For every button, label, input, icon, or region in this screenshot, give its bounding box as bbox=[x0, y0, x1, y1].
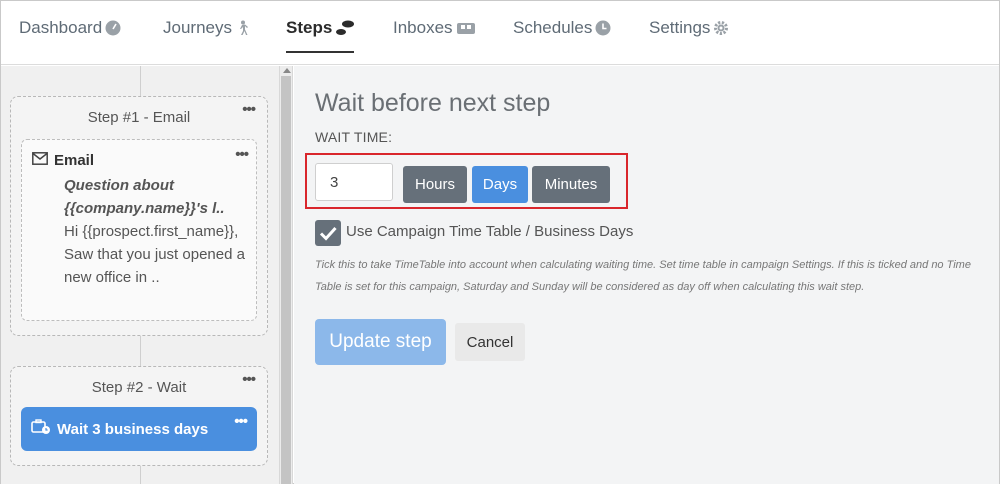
email-step-card[interactable]: Email ••• Question about {{company.name}… bbox=[21, 139, 257, 321]
step-1-menu-button[interactable]: ••• bbox=[242, 101, 256, 118]
email-card-content: Question about {{company.name}}'s l.. Hi… bbox=[64, 174, 254, 289]
business-days-label[interactable]: Use Campaign Time Table / Business Days bbox=[346, 223, 633, 240]
clock-icon bbox=[595, 20, 611, 36]
help-text: Tick this to take TimeTable into account… bbox=[315, 259, 971, 293]
step-1-title: Step #1 - Email bbox=[87, 109, 191, 126]
active-tab-underline bbox=[286, 51, 354, 53]
hours-button[interactable]: Hours bbox=[403, 166, 467, 203]
step-1-container[interactable]: Step #1 - Email ••• Email ••• Question a… bbox=[10, 96, 268, 336]
wait-step-label: Wait 3 business days bbox=[57, 420, 209, 438]
step-2-menu-button[interactable]: ••• bbox=[242, 371, 256, 388]
wait-time-label: WAIT TIME: bbox=[315, 129, 393, 145]
tab-dashboard[interactable]: Dashboard bbox=[19, 18, 121, 38]
step-connector bbox=[140, 66, 141, 96]
business-days-checkbox[interactable] bbox=[315, 220, 341, 246]
scroll-up-arrow[interactable] bbox=[283, 68, 291, 73]
tab-inboxes[interactable]: Inboxes bbox=[393, 18, 476, 38]
minutes-button[interactable]: Minutes bbox=[532, 166, 610, 203]
steps-sidebar: Step #1 - Email ••• Email ••• Question a… bbox=[1, 66, 279, 484]
cancel-button[interactable]: Cancel bbox=[455, 323, 525, 361]
step-2-container[interactable]: Step #2 - Wait ••• Wait 3 business days … bbox=[10, 366, 268, 466]
wait-step-menu-button[interactable]: ••• bbox=[234, 413, 248, 430]
sidebar-scrollbar[interactable] bbox=[279, 66, 293, 484]
scrollbar-thumb[interactable] bbox=[281, 76, 291, 484]
email-subject: Question about {{company.name}}'s l.. bbox=[64, 177, 225, 217]
tab-settings-label: Settings bbox=[649, 18, 711, 37]
step-connector bbox=[140, 336, 141, 366]
gear-icon bbox=[713, 20, 729, 36]
tab-steps-label: Steps bbox=[286, 18, 333, 37]
email-preview: Hi {{prospect.first_name}}, Saw that you… bbox=[64, 223, 245, 286]
days-button[interactable]: Days bbox=[472, 166, 528, 203]
tab-journeys-label: Journeys bbox=[163, 18, 232, 37]
email-card-header: Email bbox=[32, 152, 94, 169]
tab-settings[interactable]: Settings bbox=[649, 18, 729, 38]
business-time-icon bbox=[31, 419, 51, 439]
footsteps-icon bbox=[335, 20, 355, 36]
wait-step-button[interactable]: Wait 3 business days ••• bbox=[21, 407, 257, 451]
envelope-icon bbox=[32, 152, 48, 169]
step-2-title: Step #2 - Wait bbox=[91, 379, 187, 396]
top-navigation: Dashboard Journeys Steps Inboxes Schedul… bbox=[1, 1, 999, 65]
tab-journeys[interactable]: Journeys bbox=[163, 18, 251, 38]
update-step-button[interactable]: Update step bbox=[315, 319, 446, 365]
email-card-type: Email bbox=[54, 152, 95, 169]
step-connector bbox=[140, 466, 141, 484]
tab-dashboard-label: Dashboard bbox=[19, 18, 103, 37]
email-card-menu-button[interactable]: ••• bbox=[235, 146, 249, 163]
tab-schedules[interactable]: Schedules bbox=[513, 18, 611, 38]
walking-person-icon bbox=[235, 20, 251, 36]
page-title: Wait before next step bbox=[315, 89, 551, 117]
inbox-icon bbox=[456, 20, 476, 36]
tab-inboxes-label: Inboxes bbox=[393, 18, 453, 37]
wait-time-input[interactable] bbox=[315, 163, 393, 201]
step-editor: Wait before next step WAIT TIME: Hours D… bbox=[294, 66, 999, 484]
checkmark-icon bbox=[319, 226, 337, 241]
tab-schedules-label: Schedules bbox=[513, 18, 593, 37]
gauge-icon bbox=[105, 20, 121, 36]
tab-steps[interactable]: Steps bbox=[286, 18, 355, 53]
